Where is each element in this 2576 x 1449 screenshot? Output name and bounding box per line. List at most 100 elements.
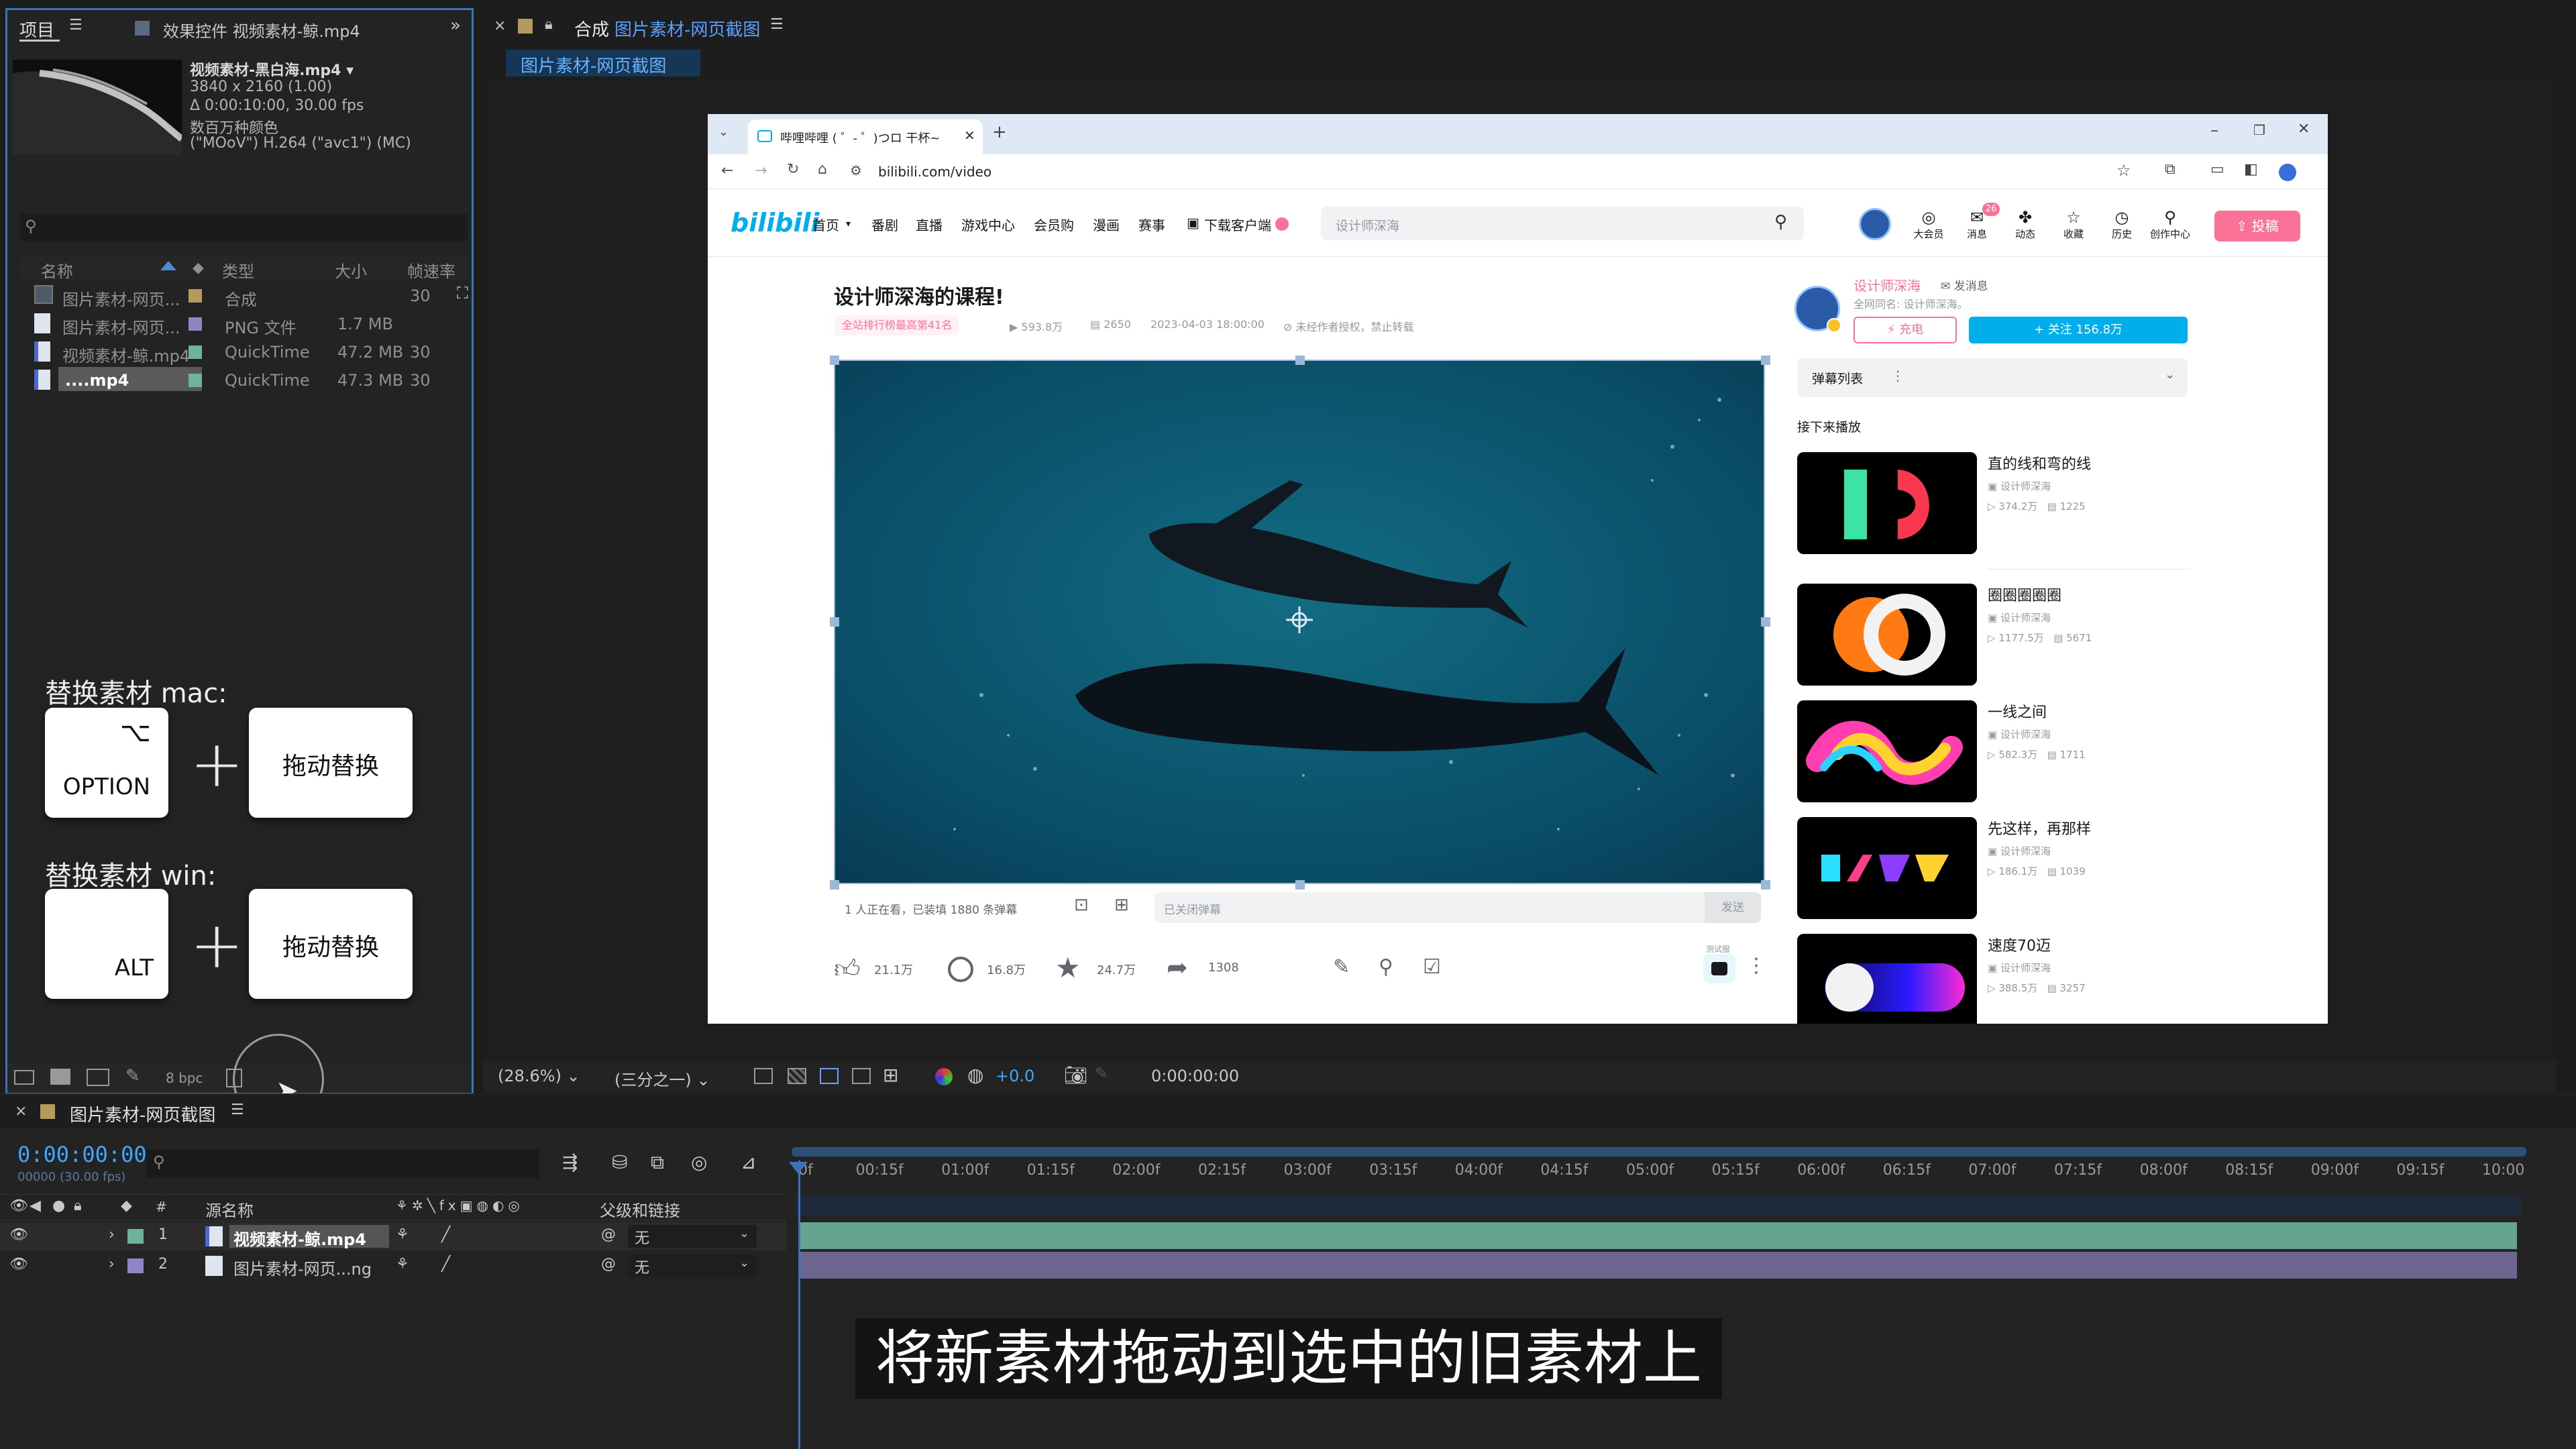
pin-icon[interactable]: ⚲ xyxy=(1379,955,1393,979)
col-type[interactable]: 类型 xyxy=(222,258,254,282)
comp-breadcrumb[interactable]: 图片素材-网页截图 xyxy=(506,50,700,76)
nav-match[interactable]: 赛事 xyxy=(1138,215,1165,234)
resolution-select[interactable]: (三分之一) ⌄ xyxy=(614,1067,710,1090)
expand-chevron-icon[interactable]: › xyxy=(109,1256,115,1273)
coin-icon[interactable] xyxy=(948,957,973,982)
nav-anime[interactable]: 番剧 xyxy=(871,215,898,234)
author-name[interactable]: 设计师深海 xyxy=(1854,275,1921,294)
lock-icon[interactable]: 🔒︎ xyxy=(545,16,553,33)
audio-icon[interactable]: ◀ xyxy=(30,1197,41,1214)
robot-icon[interactable] xyxy=(1703,954,1735,983)
close-tab-icon[interactable]: ✕ xyxy=(964,127,975,144)
site-info-icon[interactable]: ⚙ xyxy=(850,162,862,178)
nav-manga[interactable]: 漫画 xyxy=(1093,215,1120,234)
new-tab-icon[interactable]: + xyxy=(992,122,1007,142)
col-source-name[interactable]: 源名称 xyxy=(205,1197,254,1221)
shy-layers-icon[interactable]: ⧉ xyxy=(651,1151,664,1174)
new-comp-icon[interactable] xyxy=(87,1069,109,1086)
frame-blending-icon[interactable]: ◎ xyxy=(691,1151,707,1173)
minimize-icon[interactable]: – xyxy=(2210,121,2218,140)
upload-button[interactable]: ⇪ 投稿 xyxy=(2214,211,2300,241)
transform-handle[interactable] xyxy=(830,617,839,627)
chevron-down-icon[interactable]: ⌄ xyxy=(2165,368,2175,382)
bpc-label[interactable]: 8 bpc xyxy=(166,1070,203,1086)
adjust-icon[interactable]: ✎ xyxy=(125,1066,140,1086)
interpret-footage-icon[interactable] xyxy=(14,1070,34,1085)
transform-handle[interactable] xyxy=(1295,880,1305,890)
eye-icon[interactable]: 👁︎ xyxy=(9,1226,28,1243)
solo-icon[interactable]: ● xyxy=(52,1197,65,1214)
browser-tab[interactable]: 哔哩哔哩 ( ゜- ゜)つロ 干杯~ ✕ xyxy=(748,119,983,154)
snapshot-icon[interactable]: 📷︎ xyxy=(1064,1064,1088,1086)
sidebar-icon[interactable]: ◧ xyxy=(2244,161,2258,178)
parent-select[interactable]: 无 ⌄ xyxy=(628,1254,757,1277)
report-icon[interactable]: ☑ xyxy=(1423,955,1441,979)
tab-timeline[interactable]: 图片素材-网页截图 xyxy=(70,1102,215,1126)
timeline-search-input[interactable]: ⚲ xyxy=(146,1150,539,1178)
layer-bar-image[interactable] xyxy=(800,1252,2517,1279)
pickwhip-icon[interactable]: @ xyxy=(601,1256,616,1273)
favorites-icon[interactable]: ☆ 收藏 xyxy=(2053,208,2094,241)
nav-live[interactable]: 直播 xyxy=(916,215,943,234)
extensions-icon[interactable]: ⧉ xyxy=(2165,161,2176,178)
eye-icon[interactable]: 👁︎ xyxy=(9,1256,28,1273)
comp-mini-flowchart-icon[interactable]: ⇶ xyxy=(562,1151,578,1173)
reload-icon[interactable]: ↻ xyxy=(787,161,799,178)
tab-project[interactable]: 项目 xyxy=(19,17,54,42)
layer-row[interactable]: 👁︎ › 1 视频素材-鲸.mp4 ⚘ ╱ @ 无 ⌄ xyxy=(0,1222,786,1250)
history-icon[interactable]: ◷ 历史 xyxy=(2102,208,2142,241)
layer-name[interactable]: 视频素材-鲸.mp4 xyxy=(233,1226,366,1250)
quality-switch-icon[interactable]: ╱ xyxy=(441,1256,450,1273)
project-row-selected[interactable]: ....mp4 QuickTime 47.3 MB 30 xyxy=(28,367,457,392)
share-icon[interactable]: ➦ xyxy=(1167,953,1188,982)
list-item[interactable]: 圈圈圈圈圈 ▣ 设计师深海 ▷ 1177.5万 ▤ 5671 xyxy=(1797,584,2200,698)
guides-icon[interactable]: ⊞ xyxy=(883,1064,898,1086)
transform-handle[interactable] xyxy=(830,880,839,890)
list-item[interactable]: 直的线和弯的线 ▣ 设计师深海 ▷ 374.2万 ▤ 1225 xyxy=(1797,452,2200,566)
forward-icon[interactable]: → xyxy=(755,162,767,179)
danmaku-input[interactable]: 已关闭弹幕 发送 xyxy=(1155,892,1761,923)
restore-icon[interactable]: ❐ xyxy=(2253,122,2265,138)
cast-icon[interactable]: ▭ xyxy=(2210,161,2224,178)
show-snapshot-icon[interactable]: ✎ xyxy=(1095,1064,1108,1083)
home-icon[interactable]: ⌂ xyxy=(818,161,827,178)
work-area-bar[interactable] xyxy=(792,1147,2526,1157)
favorite-star-icon[interactable]: ★ xyxy=(1055,951,1081,984)
project-search-input[interactable]: ⚲ xyxy=(19,214,468,241)
tab-composition[interactable]: 图片素材-网页截图 xyxy=(614,16,760,41)
region-icon[interactable] xyxy=(852,1068,871,1084)
nav-home[interactable]: 首页 xyxy=(812,215,839,234)
bookmark-star-icon[interactable]: ☆ xyxy=(2116,161,2131,180)
timecode-display[interactable]: 0:00:00:00 xyxy=(17,1142,147,1167)
flowchart-icon[interactable]: ⛶ xyxy=(457,284,468,303)
nav-shop[interactable]: 会员购 xyxy=(1034,215,1074,234)
video-player[interactable] xyxy=(834,360,1765,884)
layer-bar-video[interactable] xyxy=(800,1222,2517,1249)
close-tab-icon[interactable]: × xyxy=(15,1103,27,1120)
more-options-icon[interactable]: ⋮ xyxy=(1746,954,1766,977)
expand-chevron-icon[interactable]: › xyxy=(109,1226,115,1243)
note-icon[interactable]: ✎ xyxy=(1333,955,1350,979)
nav-game[interactable]: 游戏中心 xyxy=(961,215,1015,234)
send-message-link[interactable]: ✉ 发消息 xyxy=(1941,276,1988,293)
panel-menu-icon[interactable]: ☰ xyxy=(231,1102,244,1118)
playhead[interactable] xyxy=(798,1161,800,1449)
profile-avatar[interactable] xyxy=(2279,164,2296,181)
search-icon[interactable]: ⚲ xyxy=(1774,212,1787,232)
graph-editor-icon[interactable]: ⊿ xyxy=(741,1151,756,1173)
like-icon[interactable]: 👍︎ xyxy=(834,954,861,985)
charge-button[interactable]: ⚡ 充电 xyxy=(1854,317,1957,343)
quality-switch-icon[interactable]: ╱ xyxy=(441,1226,450,1243)
zoom-select[interactable]: (28.6%) ⌄ xyxy=(498,1067,580,1085)
search-input[interactable]: 设计师深海 ⚲ xyxy=(1321,207,1804,240)
user-avatar[interactable] xyxy=(1859,208,1891,240)
col-name[interactable]: 名称 xyxy=(41,258,73,282)
color-channel-icon[interactable] xyxy=(935,1068,953,1085)
project-row[interactable]: 图片素材-网页... 合成 30 ⛶ xyxy=(28,282,468,309)
current-time-display[interactable]: 0:00:00:00 xyxy=(1151,1067,1239,1085)
new-folder-icon[interactable] xyxy=(50,1069,70,1085)
transform-handle[interactable] xyxy=(1761,880,1770,890)
more-tabs-icon[interactable]: » xyxy=(450,15,461,36)
vip-icon[interactable]: ◎ 大会员 xyxy=(1909,208,1949,241)
close-tab-icon[interactable]: × xyxy=(494,17,506,34)
